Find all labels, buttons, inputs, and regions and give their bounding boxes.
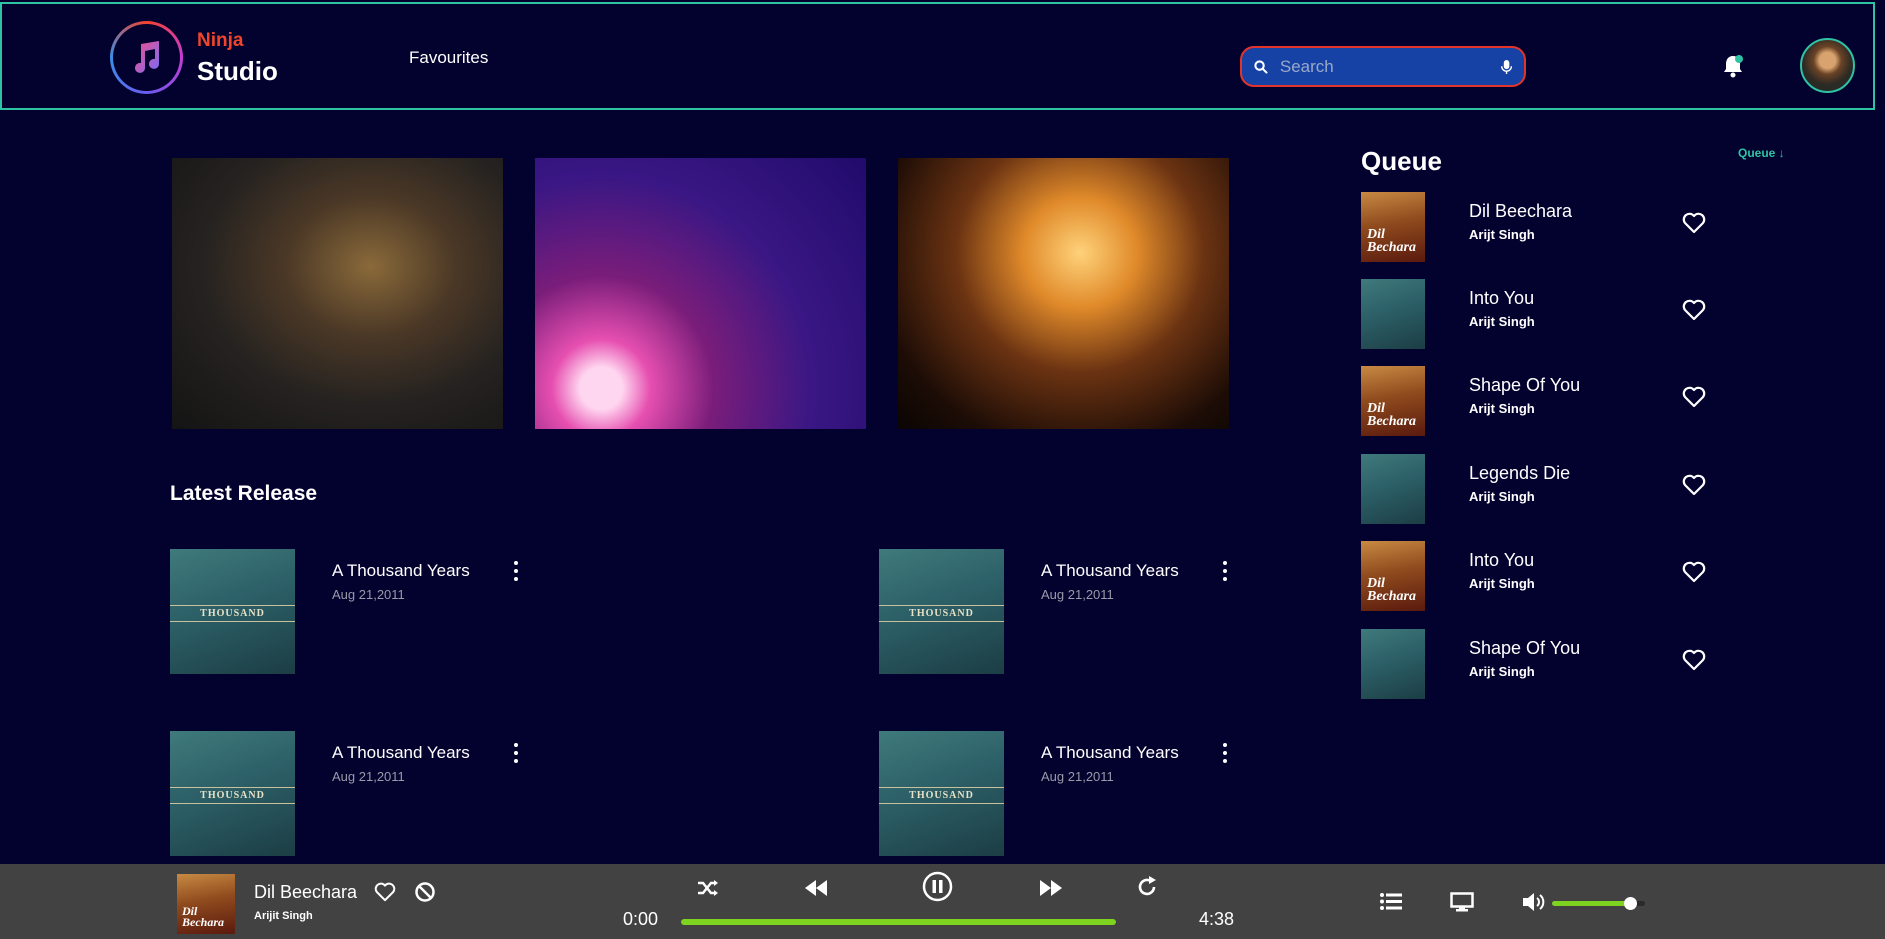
- heart-icon[interactable]: [1682, 299, 1706, 321]
- progress-fill: [681, 919, 1116, 925]
- queue-cover: [1361, 454, 1425, 524]
- queue-cover: [1361, 629, 1425, 699]
- queue-artist: Arijt Singh: [1469, 576, 1535, 591]
- queue-cover: [1361, 279, 1425, 349]
- volume-knob[interactable]: [1624, 897, 1638, 910]
- volume-fill: [1552, 897, 1638, 910]
- release-date: Aug 21,2011: [1041, 587, 1114, 602]
- queue-artist: Arijt Singh: [1469, 664, 1535, 679]
- hero-image-guitar[interactable]: [172, 158, 503, 429]
- release-cover: THOUSAND: [879, 549, 1004, 674]
- notification-bell-icon[interactable]: [1722, 54, 1744, 83]
- device-screen-icon[interactable]: [1450, 892, 1474, 912]
- queue-list-icon[interactable]: [1380, 893, 1402, 910]
- volume-icon[interactable]: [1522, 892, 1547, 912]
- fast-forward-icon[interactable]: [1039, 879, 1063, 897]
- release-date: Aug 21,2011: [332, 587, 405, 602]
- microphone-icon[interactable]: [1500, 56, 1512, 78]
- release-title: A Thousand Years: [1041, 743, 1179, 762]
- release-cover: THOUSAND: [170, 549, 295, 674]
- latest-release-title: Latest Release: [170, 482, 318, 505]
- queue-sort-link[interactable]: Queue ↓: [1738, 146, 1785, 160]
- search-bar: [1240, 46, 1526, 87]
- user-avatar[interactable]: [1800, 38, 1855, 93]
- progress-bar[interactable]: [681, 919, 1116, 925]
- heart-icon[interactable]: [374, 882, 396, 902]
- shuffle-icon[interactable]: [697, 878, 719, 898]
- repeat-icon[interactable]: [1136, 876, 1158, 898]
- queue-song-name: Legends Die: [1469, 463, 1571, 483]
- total-time: 4:38: [1199, 909, 1235, 929]
- queue-song-name: Shape Of You: [1469, 638, 1581, 658]
- pause-icon[interactable]: [922, 871, 953, 902]
- rewind-icon[interactable]: [804, 879, 828, 897]
- release-cover: THOUSAND: [879, 731, 1004, 856]
- nav-favourites-link[interactable]: Favourites: [409, 48, 488, 68]
- release-item[interactable]: THOUSAND A Thousand Years Aug 21,2011: [170, 549, 520, 679]
- search-icon[interactable]: [1254, 57, 1268, 77]
- queue-item[interactable]: Into You Arijt Singh: [1361, 279, 1801, 349]
- volume-slider[interactable]: [1552, 897, 1645, 910]
- release-date: Aug 21,2011: [332, 769, 405, 784]
- heart-icon[interactable]: [1682, 386, 1706, 408]
- more-options-icon[interactable]: [1219, 741, 1231, 765]
- queue-title: Queue: [1361, 146, 1442, 176]
- heart-icon[interactable]: [1682, 561, 1706, 583]
- release-item[interactable]: THOUSAND A Thousand Years Aug 21,2011: [879, 731, 1229, 861]
- queue-item[interactable]: Dil Bechara Dil Beechara Arijt Singh: [1361, 192, 1801, 262]
- heart-icon[interactable]: [1682, 649, 1706, 671]
- queue-artist: Arijt Singh: [1469, 227, 1535, 242]
- search-input[interactable]: [1279, 56, 1501, 77]
- hero-image-microphone[interactable]: [535, 158, 866, 429]
- more-options-icon[interactable]: [1219, 559, 1231, 583]
- queue-item[interactable]: Dil Bechara Shape Of You Arijt Singh: [1361, 366, 1801, 436]
- now-playing-title: Dil Beechara: [254, 882, 358, 902]
- queue-item[interactable]: Legends Die Arijt Singh: [1361, 454, 1801, 524]
- queue-cover: Dil Bechara: [1361, 366, 1425, 436]
- release-item[interactable]: THOUSAND A Thousand Years Aug 21,2011: [879, 549, 1229, 679]
- release-date: Aug 21,2011: [1041, 769, 1114, 784]
- brand-name-top: Ninja: [197, 30, 244, 51]
- heart-icon[interactable]: [1682, 474, 1706, 496]
- hero-image-concert[interactable]: [898, 158, 1229, 429]
- release-item[interactable]: THOUSAND A Thousand Years Aug 21,2011: [170, 731, 520, 861]
- now-playing-artist: Arijit Singh: [254, 910, 313, 922]
- queue-song-name: Shape Of You: [1469, 375, 1581, 395]
- release-cover: THOUSAND: [170, 731, 295, 856]
- queue-song-name: Into You: [1469, 550, 1535, 570]
- queue-cover: Dil Bechara: [1361, 192, 1425, 262]
- top-header: Ninja Studio Favourites: [0, 2, 1875, 110]
- more-options-icon[interactable]: [510, 741, 522, 765]
- current-time: 0:00: [623, 909, 659, 929]
- release-title: A Thousand Years: [332, 743, 470, 762]
- release-title: A Thousand Years: [332, 561, 470, 580]
- app-logo[interactable]: [110, 21, 183, 94]
- queue-song-name: Dil Beechara: [1469, 201, 1573, 221]
- queue-artist: Arijt Singh: [1469, 489, 1535, 504]
- brand-name-bottom: Studio: [197, 56, 278, 86]
- heart-icon[interactable]: [1682, 212, 1706, 234]
- music-note-icon: [134, 40, 159, 73]
- release-title: A Thousand Years: [1041, 561, 1179, 580]
- player-bar: Dil Bechara Dil Beechara Arijit Singh 0:…: [0, 864, 1885, 939]
- queue-item[interactable]: Dil Bechara Into You Arijt Singh: [1361, 541, 1801, 611]
- queue-artist: Arijt Singh: [1469, 401, 1535, 416]
- now-playing-cover: Dil Bechara: [177, 874, 235, 934]
- block-icon[interactable]: [414, 881, 436, 903]
- notification-dot: [1735, 55, 1743, 63]
- queue-cover: Dil Bechara: [1361, 541, 1425, 611]
- queue-item[interactable]: Shape Of You Arijt Singh: [1361, 629, 1801, 699]
- queue-song-name: Into You: [1469, 288, 1535, 308]
- queue-artist: Arijt Singh: [1469, 314, 1535, 329]
- more-options-icon[interactable]: [510, 559, 522, 583]
